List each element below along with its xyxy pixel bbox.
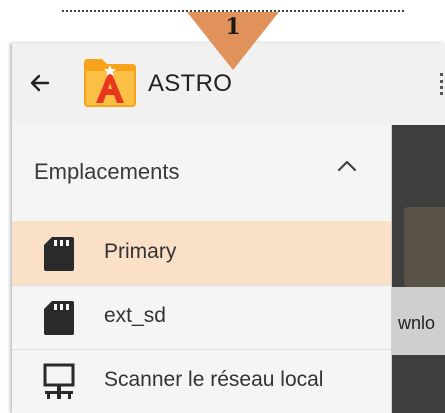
navigation-drawer: Emplacements Primary ext_sd Scanner le r… [12,125,392,413]
screenshot-page: 1 ASTRO Emplacements Primary ext_sd Scan… [0,0,445,413]
drawer-item-ext-sd[interactable]: ext_sd [12,285,391,350]
drawer-item-primary[interactable]: Primary [12,221,391,286]
drawer-item-label: Scanner le réseau local [104,368,324,391]
arrow-left-icon[interactable] [28,71,52,95]
chevron-up-icon[interactable] [336,158,358,174]
app-title: ASTRO [148,70,233,97]
sd-card-icon [44,301,74,335]
drawer-item-label: Primary [104,240,177,263]
phone-screen: ASTRO Emplacements Primary ext_sd Scanne… [12,43,445,413]
section-label: Emplacements [34,159,180,184]
more-vert-icon[interactable] [440,73,445,95]
sd-card-icon [44,237,74,271]
annotation-callout-number: 1 [225,14,241,40]
drawer-item-scan-network[interactable]: Scanner le réseau local [12,349,391,413]
astro-folder-icon[interactable] [80,53,140,111]
background-item-text: wnlo [398,313,436,333]
network-computer-icon [43,363,75,399]
background-folder-icon [404,207,445,287]
drawer-item-label: ext_sd [104,304,166,327]
section-header-emplacements[interactable]: Emplacements [12,125,391,221]
